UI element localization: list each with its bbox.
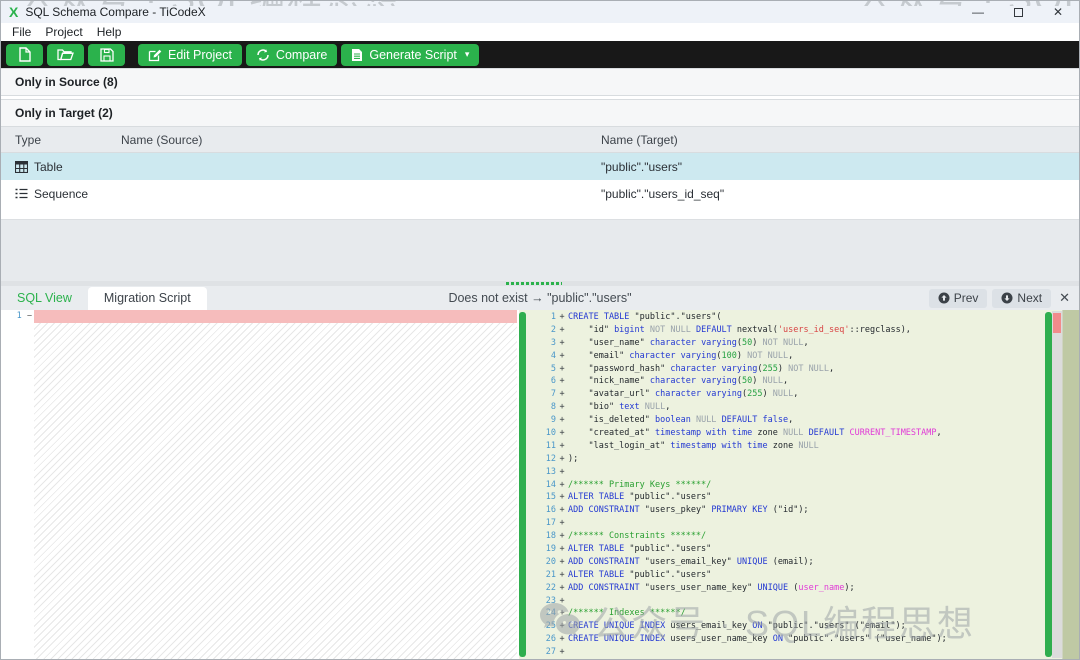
row-target-name: "public"."users" xyxy=(601,160,1079,174)
row-type-label: Sequence xyxy=(34,187,88,201)
change-bar-left xyxy=(519,312,526,657)
compare-sync-icon xyxy=(256,48,270,62)
column-name-target: Name (Target) xyxy=(601,133,1079,147)
app-logo-icon: X xyxy=(9,5,18,19)
tab-sql-view[interactable]: SQL View xyxy=(1,287,88,310)
table-icon xyxy=(15,161,28,173)
open-project-button[interactable] xyxy=(47,44,84,66)
diff-source-pane: 1 − xyxy=(1,310,519,659)
diff-target-pane: 1+CREATE TABLE "public"."users"(2+ "id" … xyxy=(519,310,1079,659)
compare-label: Compare xyxy=(276,48,327,62)
edit-icon xyxy=(148,48,162,62)
open-folder-icon xyxy=(57,48,74,61)
toolbar: Edit Project Compare Generate Script ▾ xyxy=(1,41,1079,68)
generate-script-label: Generate Script xyxy=(369,48,457,62)
minimize-button[interactable]: — xyxy=(972,5,984,19)
grid-header: Type Name (Source) Name (Target) xyxy=(1,127,1079,153)
edit-project-label: Edit Project xyxy=(168,48,232,62)
new-project-button[interactable] xyxy=(6,44,43,66)
empty-results-panel xyxy=(1,219,1079,281)
row-target-name: "public"."users_id_seq" xyxy=(601,187,1079,201)
generate-script-button[interactable]: Generate Script ▾ xyxy=(341,44,479,66)
change-bar-right xyxy=(1045,312,1052,657)
arrow-down-circle-icon xyxy=(1001,292,1013,304)
menu-project[interactable]: Project xyxy=(38,25,89,39)
splitter-grip-icon xyxy=(506,282,562,285)
arrow-up-circle-icon xyxy=(938,292,950,304)
edit-project-button[interactable]: Edit Project xyxy=(138,44,242,66)
window-title: SQL Schema Compare - TiCodeX xyxy=(25,5,205,19)
compare-button[interactable]: Compare xyxy=(246,44,337,66)
removed-marker xyxy=(1053,313,1061,333)
titlebar: X SQL Schema Compare - TiCodeX — ✕ xyxy=(1,1,1079,23)
diff-view: 1 − 1+CREATE TABLE "public"."users"(2+ "… xyxy=(1,310,1079,659)
menubar: File Project Help xyxy=(1,23,1079,41)
chevron-down-icon: ▾ xyxy=(465,49,470,60)
table-row[interactable]: Table "public"."users" xyxy=(1,153,1079,180)
table-row[interactable]: Sequence "public"."users_id_seq" xyxy=(1,180,1079,207)
source-line-gutter: 1 − xyxy=(1,310,34,659)
column-type: Type xyxy=(15,133,121,147)
menu-file[interactable]: File xyxy=(5,25,38,39)
close-button[interactable]: ✕ xyxy=(1053,5,1063,19)
save-project-button[interactable] xyxy=(88,44,125,66)
save-icon xyxy=(100,48,114,62)
new-file-icon xyxy=(18,47,31,62)
tab-migration-script[interactable]: Migration Script xyxy=(88,287,207,310)
section-only-in-target[interactable]: Only in Target (2) xyxy=(1,99,1079,127)
sql-code: 1+CREATE TABLE "public"."users"(2+ "id" … xyxy=(526,310,1045,659)
column-name-source: Name (Source) xyxy=(121,133,601,147)
row-type-label: Table xyxy=(34,160,63,174)
script-file-icon xyxy=(351,48,363,62)
menu-help[interactable]: Help xyxy=(90,25,129,39)
deleted-line xyxy=(34,310,517,323)
sequence-icon xyxy=(15,188,28,199)
maximize-button[interactable] xyxy=(1014,8,1023,17)
no-content-hatch xyxy=(34,323,517,659)
app-window: X SQL Schema Compare - TiCodeX — ✕ File … xyxy=(0,0,1080,660)
close-diff-icon[interactable]: ✕ xyxy=(1056,290,1073,306)
bottom-tabbar: SQL View Migration Script Does not exist… xyxy=(1,286,1079,310)
scrollbar[interactable] xyxy=(1062,310,1079,659)
section-only-in-source[interactable]: Only in Source (8) xyxy=(1,68,1079,96)
next-diff-button[interactable]: Next xyxy=(992,289,1051,308)
overview-ruler[interactable] xyxy=(1052,311,1062,658)
prev-diff-button[interactable]: Prev xyxy=(929,289,988,308)
